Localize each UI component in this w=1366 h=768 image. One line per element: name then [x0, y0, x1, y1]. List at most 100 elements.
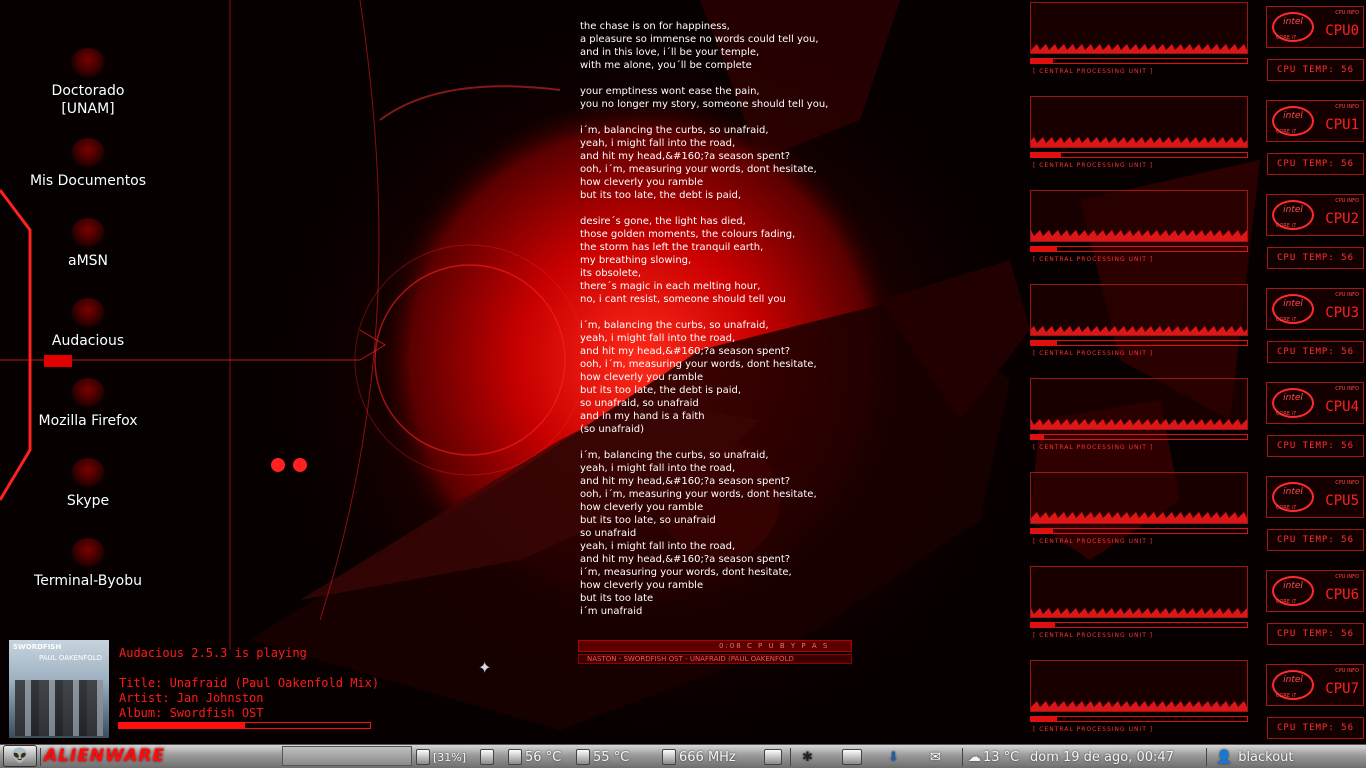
cpu-graph	[1030, 660, 1248, 712]
desktop-icon-mis-documentos[interactable]: Mis Documentos	[0, 138, 176, 190]
desktop-icon-doctorado[interactable]: Doctorado [UNAM]	[0, 48, 176, 118]
lyrics-line: yeah, i might fall into the road,	[580, 138, 736, 149]
user-icon: 👤	[1216, 749, 1233, 765]
mini-player-widget: 0:08 C P U B Y P A S NASTON - SWORDFISH …	[578, 640, 852, 666]
network-manager-button[interactable]	[842, 747, 865, 767]
cpu-graph-trace	[1031, 326, 1247, 335]
cpu-usage-bar	[1030, 434, 1248, 440]
bluetooth-button[interactable]: ✱	[802, 747, 813, 767]
cpu-info-label: CPU INFO	[1335, 10, 1359, 16]
cpu-graph-trace	[1031, 512, 1247, 523]
cpu-graph-area	[1031, 230, 1247, 241]
desktop-icon-firefox[interactable]: Mozilla Firefox	[0, 378, 176, 430]
alienware-logo: ALIENWARE	[44, 746, 166, 766]
network-indicator[interactable]	[764, 747, 785, 767]
weather-indicator[interactable]: ☁ 13 °C	[968, 747, 1019, 767]
cpu-graph	[1030, 2, 1248, 54]
cpu-frequency-indicator[interactable]: 666 MHz	[662, 747, 736, 767]
lyrics-line: so unafraid, so unafraid	[580, 398, 699, 409]
taskbar-window-button[interactable]	[282, 746, 412, 766]
cpu-usage-bar	[1030, 340, 1248, 346]
lyrics-line: the chase is on for happiness,	[580, 21, 730, 32]
cpu-core-label: CORE i7	[1276, 223, 1297, 229]
cpu-graph-trace	[1031, 701, 1247, 711]
cpu-caption: [ CENTRAL PROCESSING UNIT ]	[1033, 726, 1154, 733]
desktop-icon-label: aMSN	[67, 253, 109, 269]
lyrics-line: but its too late	[580, 593, 654, 604]
cpu-info-label: CPU INFO	[1335, 668, 1359, 674]
firefox-icon	[71, 378, 105, 408]
lyrics-line: how cleverly you ramble	[580, 502, 704, 513]
signal-bars-icon	[764, 749, 782, 765]
cpu-core-label: CORE i7	[1276, 505, 1297, 511]
cpu-graph	[1030, 378, 1248, 430]
cpu-id-label: CPU0	[1325, 23, 1359, 39]
lyrics-line: no, i cant resist, someone should tell y…	[580, 294, 786, 305]
user-name-text: blackout	[1238, 749, 1294, 765]
weather-temp-text: 13 °C	[983, 749, 1020, 765]
cpu-usage-fill	[1031, 59, 1053, 63]
main-menu-button[interactable]: 👽	[3, 745, 37, 767]
user-menu[interactable]: 👤 blackout	[1216, 747, 1294, 767]
cpu-graph-area	[1031, 608, 1247, 617]
cpu-temp-indicator-1[interactable]: 56 °C	[508, 747, 561, 767]
cpu-graph	[1030, 566, 1248, 618]
now-playing-progress-fill	[119, 723, 245, 728]
cpu-temp-readout: CPU TEMP: 56	[1267, 623, 1364, 645]
album-cover-subtitle: PAUL OAKENFOLD	[39, 654, 103, 662]
desktop-icon-terminal-byobu[interactable]: Terminal-Byobu	[0, 538, 176, 590]
cpu-temp-readout: CPU TEMP: 56	[1267, 153, 1364, 175]
cpu-graph	[1030, 190, 1248, 242]
cpu-info-label: CPU INFO	[1335, 104, 1359, 110]
cpu-graph-area	[1031, 512, 1247, 523]
cpu-usage-bar	[1030, 528, 1248, 534]
lyrics-line: and hit my head,&#160;?a season spent?	[580, 476, 791, 487]
lyrics-line: i´m, balancing the curbs, so unafraid,	[580, 450, 769, 461]
mail-envelope-icon: ✉	[930, 749, 941, 765]
album-cover-photo	[15, 680, 103, 736]
lyrics-line: and in this love, i´ll be your temple,	[580, 47, 760, 58]
cpu-temp-indicator-2[interactable]: 55 °C	[576, 747, 629, 767]
cpu-core-label: CORE i7	[1276, 693, 1297, 699]
download-button[interactable]: ⬇	[888, 747, 899, 767]
alien-head-icon: 👽	[11, 748, 29, 764]
bluetooth-icon: ✱	[802, 749, 813, 765]
cpu-usage-fill	[1031, 529, 1053, 533]
cpu-graph-trace	[1031, 608, 1247, 617]
lyrics-line: yeah, i might fall into the road,	[580, 541, 736, 552]
lyrics-line: and hit my head,&#160;?a season spent?	[580, 346, 791, 357]
cpu-graph	[1030, 96, 1248, 148]
desktop-icon-audacious[interactable]: Audacious	[0, 298, 176, 350]
mini-player-scroll-title: NASTON - SWORDFISH OST - UNAFRAID (PAUL …	[578, 654, 852, 664]
thermometer-icon	[508, 749, 522, 765]
cpu-caption: [ CENTRAL PROCESSING UNIT ]	[1033, 632, 1154, 639]
taskbar-separator	[1206, 748, 1207, 766]
cpu-graph-trace	[1031, 44, 1247, 53]
desktop-icon-label: Terminal-Byobu	[34, 573, 142, 589]
taskbar-separator	[790, 748, 791, 766]
cpu-info-badge: intel CORE i7 CPU INFO CPU3	[1266, 288, 1364, 330]
cpu-temp-readout: CPU TEMP: 56	[1267, 341, 1364, 363]
cpu-graph-trace	[1031, 137, 1247, 147]
lyrics-line: how cleverly you ramble	[580, 372, 704, 383]
clock[interactable]: dom 19 de ago, 00:47	[1030, 747, 1174, 767]
cpu-usage-fill	[1031, 435, 1044, 439]
desktop-icon-skype[interactable]: Skype	[0, 458, 176, 510]
lyrics-line: i´m, balancing the curbs, so unafraid,	[580, 320, 769, 331]
lyrics-line: i´m, measuring your words, dont hesitate…	[580, 567, 792, 578]
mini-player-status: 0:08 C P U B Y P A S	[578, 640, 852, 652]
desktop-icon-label: Mozilla Firefox	[38, 413, 138, 429]
lyrics-line: but its too late, the debt is paid,	[580, 385, 742, 396]
cpu-usage-bar	[1030, 58, 1248, 64]
skype-icon	[71, 458, 105, 488]
cpu-caption: [ CENTRAL PROCESSING UNIT ]	[1033, 538, 1154, 545]
desktop-icon-amsn[interactable]: aMSN	[0, 218, 176, 270]
cpu-id-label: CPU5	[1325, 493, 1359, 509]
cpu-info-badge: intel CORE i7 CPU INFO CPU1	[1266, 100, 1364, 142]
mail-button[interactable]: ✉	[930, 747, 941, 767]
cpu-graph-area	[1031, 326, 1247, 335]
cpu-info-badge: intel CORE i7 CPU INFO CPU4	[1266, 382, 1364, 424]
disk-indicator[interactable]	[480, 747, 497, 767]
battery-indicator[interactable]: [31%]	[416, 747, 466, 767]
desktop-icon-label: Skype	[66, 493, 110, 509]
